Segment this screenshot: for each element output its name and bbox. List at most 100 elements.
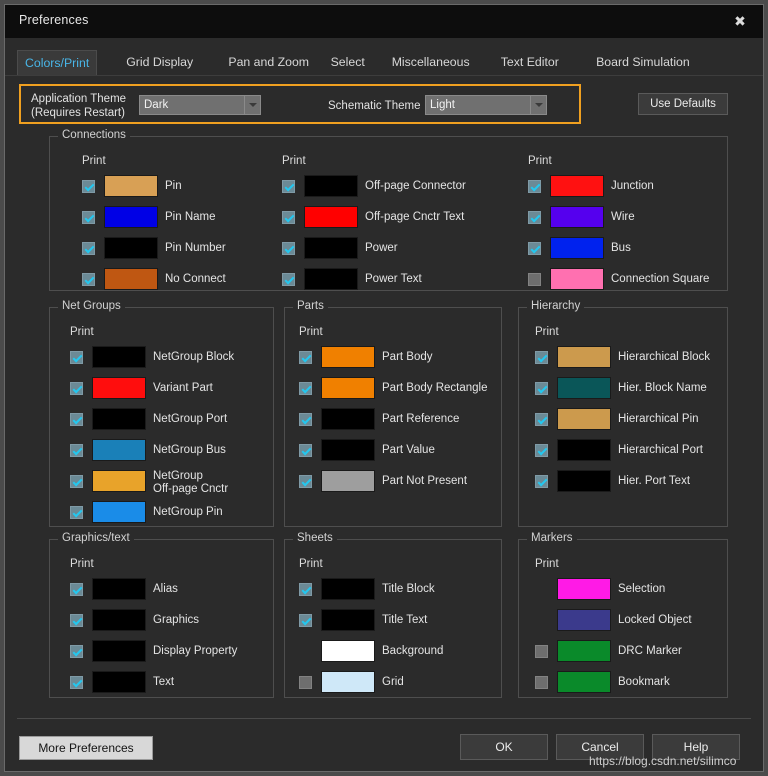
color-swatch-grid[interactable] (321, 671, 375, 693)
print-checkbox-drc-marker[interactable] (535, 645, 548, 658)
schematic-theme-select[interactable]: Light (425, 95, 547, 115)
print-checkbox-part-value[interactable] (299, 444, 312, 457)
color-swatch-display-property[interactable] (92, 640, 146, 662)
color-swatch-netgroup-pin[interactable] (92, 501, 146, 523)
print-checkbox-grid[interactable] (299, 676, 312, 689)
color-swatch-no-connect[interactable] (104, 268, 158, 290)
more-preferences-button[interactable]: More Preferences (19, 736, 153, 760)
color-swatch-pin-name[interactable] (104, 206, 158, 228)
print-checkbox-netgroup-off-page-cnctr[interactable] (70, 475, 83, 488)
color-swatch-background[interactable] (321, 640, 375, 662)
print-checkbox-off-page-connector[interactable] (282, 180, 295, 193)
color-swatch-graphics[interactable] (92, 609, 146, 631)
color-swatch-text[interactable] (92, 671, 146, 693)
color-setting-label: Hier. Port Text (618, 475, 691, 487)
tab-grid-display[interactable]: Grid Display (119, 50, 200, 75)
print-checkbox-junction[interactable] (528, 180, 541, 193)
print-checkbox-hierarchical-port[interactable] (535, 444, 548, 457)
color-setting-label: Title Text (382, 614, 428, 626)
chevron-down-icon[interactable] (244, 96, 260, 114)
color-swatch-junction[interactable] (550, 175, 604, 197)
color-swatch-pin-number[interactable] (104, 237, 158, 259)
print-checkbox-part-not-present[interactable] (299, 475, 312, 488)
tab-colors-print[interactable]: Colors/Print (17, 50, 98, 75)
print-checkbox-text[interactable] (70, 676, 83, 689)
print-checkbox-netgroup-bus[interactable] (70, 444, 83, 457)
color-swatch-part-body[interactable] (321, 346, 375, 368)
print-checkbox-part-body[interactable] (299, 351, 312, 364)
color-swatch-netgroup-block[interactable] (92, 346, 146, 368)
color-swatch-bus[interactable] (550, 237, 604, 259)
color-swatch-part-value[interactable] (321, 439, 375, 461)
color-swatch-hierarchical-block[interactable] (557, 346, 611, 368)
print-checkbox-bookmark[interactable] (535, 676, 548, 689)
print-checkbox-hier-block-name[interactable] (535, 382, 548, 395)
color-swatch-hier-port-text[interactable] (557, 470, 611, 492)
color-swatch-netgroup-port[interactable] (92, 408, 146, 430)
color-swatch-hierarchical-port[interactable] (557, 439, 611, 461)
print-checkbox-netgroup-pin[interactable] (70, 506, 83, 519)
color-setting-label: Off-page Connector (365, 180, 466, 192)
print-checkbox-title-text[interactable] (299, 614, 312, 627)
use-defaults-button[interactable]: Use Defaults (638, 93, 728, 115)
color-swatch-title-block[interactable] (321, 578, 375, 600)
print-checkbox-pin-name[interactable] (82, 211, 95, 224)
print-checkbox-hier-port-text[interactable] (535, 475, 548, 488)
color-swatch-power-text[interactable] (304, 268, 358, 290)
print-checkbox-pin[interactable] (82, 180, 95, 193)
print-checkbox-wire[interactable] (528, 211, 541, 224)
print-checkbox-off-page-cnctr-text[interactable] (282, 211, 295, 224)
color-swatch-netgroup-off-page-cnctr[interactable] (92, 470, 146, 492)
print-checkbox-display-property[interactable] (70, 645, 83, 658)
color-swatch-title-text[interactable] (321, 609, 375, 631)
print-checkbox-alias[interactable] (70, 583, 83, 596)
print-checkbox-part-reference[interactable] (299, 413, 312, 426)
color-swatch-wire[interactable] (550, 206, 604, 228)
tab-pan-and-zoom[interactable]: Pan and Zoom (221, 50, 316, 75)
print-checkbox-power[interactable] (282, 242, 295, 255)
print-checkbox-no-connect[interactable] (82, 273, 95, 286)
print-checkbox-netgroup-block[interactable] (70, 351, 83, 364)
color-swatch-part-body-rectangle[interactable] (321, 377, 375, 399)
color-swatch-connection-square[interactable] (550, 268, 604, 290)
color-swatch-off-page-cnctr-text[interactable] (304, 206, 358, 228)
color-swatch-part-not-present[interactable] (321, 470, 375, 492)
print-checkbox-hierarchical-pin[interactable] (535, 413, 548, 426)
tab-board-simulation[interactable]: Board Simulation (589, 50, 697, 75)
print-checkbox-title-block[interactable] (299, 583, 312, 596)
print-checkbox-graphics[interactable] (70, 614, 83, 627)
color-swatch-part-reference[interactable] (321, 408, 375, 430)
chevron-down-icon[interactable] (530, 96, 546, 114)
color-swatch-selection[interactable] (557, 578, 611, 600)
print-checkbox-power-text[interactable] (282, 273, 295, 286)
tab-select[interactable]: Select (324, 50, 372, 75)
color-swatch-alias[interactable] (92, 578, 146, 600)
color-swatch-hier-block-name[interactable] (557, 377, 611, 399)
color-setting-label: Locked Object (618, 614, 692, 626)
tab-bar: Colors/Print Grid Display Pan and Zoom Sele… (5, 50, 763, 76)
color-swatch-variant-part[interactable] (92, 377, 146, 399)
print-column-label: Print (535, 558, 559, 570)
color-setting-label: Part Reference (382, 413, 460, 425)
print-checkbox-variant-part[interactable] (70, 382, 83, 395)
print-checkbox-bus[interactable] (528, 242, 541, 255)
color-swatch-pin[interactable] (104, 175, 158, 197)
close-icon[interactable]: ✖ (727, 10, 753, 32)
application-theme-select[interactable]: Dark (139, 95, 261, 115)
print-checkbox-connection-square[interactable] (528, 273, 541, 286)
print-checkbox-part-body-rectangle[interactable] (299, 382, 312, 395)
color-swatch-hierarchical-pin[interactable] (557, 408, 611, 430)
group-sheets: Sheets Print Title Block Title Text Backgrou… (284, 532, 502, 698)
color-swatch-power[interactable] (304, 237, 358, 259)
color-swatch-locked-object[interactable] (557, 609, 611, 631)
tab-miscellaneous[interactable]: Miscellaneous (385, 50, 477, 75)
color-swatch-drc-marker[interactable] (557, 640, 611, 662)
print-checkbox-pin-number[interactable] (82, 242, 95, 255)
color-swatch-netgroup-bus[interactable] (92, 439, 146, 461)
tab-text-editor[interactable]: Text Editor (494, 50, 566, 75)
print-checkbox-hierarchical-block[interactable] (535, 351, 548, 364)
ok-button[interactable]: OK (460, 734, 548, 760)
color-swatch-off-page-connector[interactable] (304, 175, 358, 197)
color-swatch-bookmark[interactable] (557, 671, 611, 693)
print-checkbox-netgroup-port[interactable] (70, 413, 83, 426)
